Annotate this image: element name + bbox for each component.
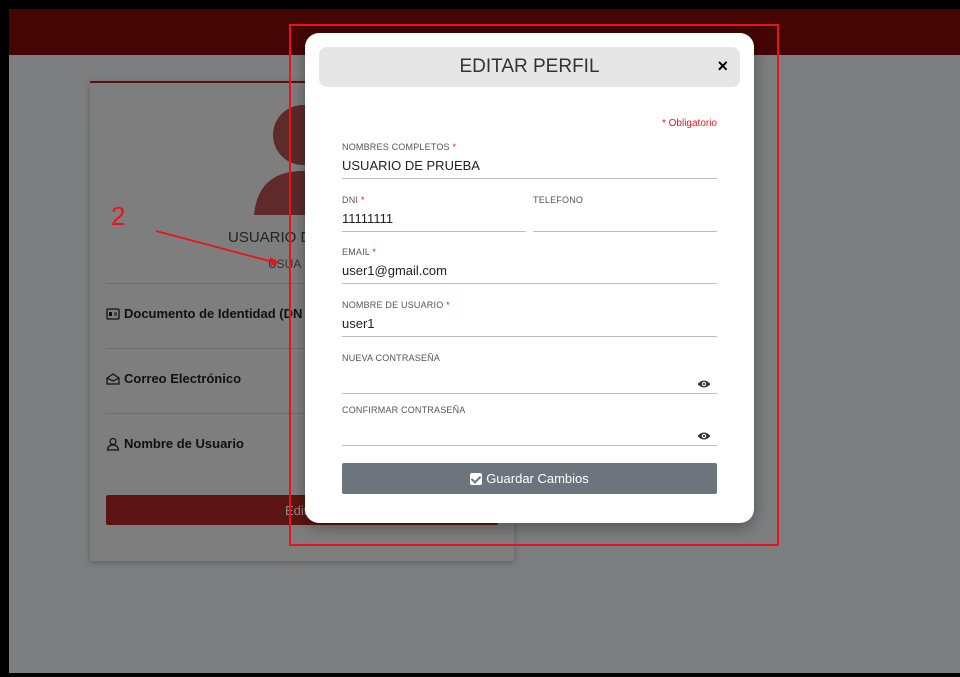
annotation-number: 2 [111,201,126,231]
annotation-highlight-box [289,24,779,546]
envelope-icon [106,372,120,385]
app-screen: USUARIO D USUA Documento de Identidad (D… [9,9,960,673]
info-label-email: Correo Electrónico [124,371,242,386]
id-card-icon [106,307,120,320]
info-label-dni: Documento de Identidad (DN [124,306,303,321]
user-icon [106,437,120,451]
info-label-username: Nombre de Usuario [124,436,244,451]
